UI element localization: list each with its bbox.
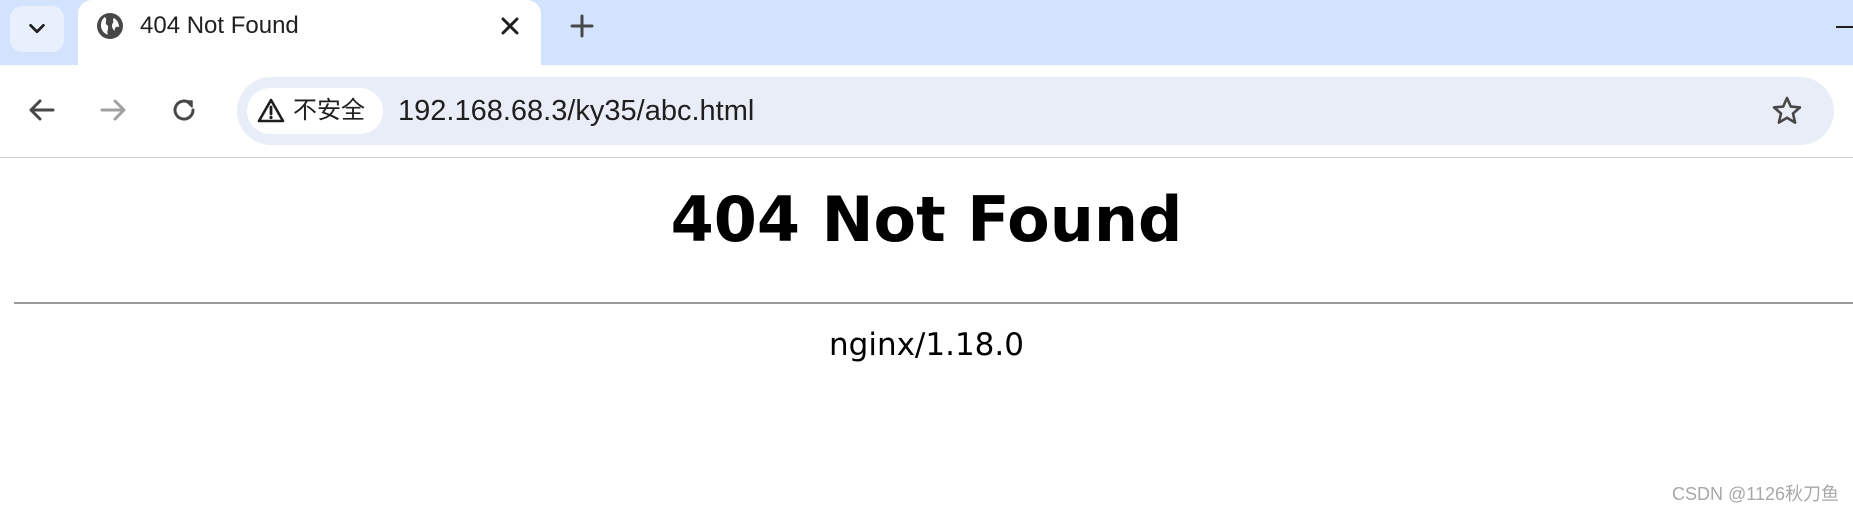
- globe-icon: [97, 13, 123, 39]
- page-divider: [14, 302, 1853, 304]
- forward-button[interactable]: [93, 90, 133, 130]
- bookmark-button[interactable]: [1769, 93, 1805, 129]
- chevron-down-icon: [29, 23, 45, 34]
- close-icon: [501, 17, 519, 35]
- plus-icon: [570, 14, 594, 38]
- security-label: 不安全: [293, 97, 365, 124]
- warning-icon: [257, 98, 285, 123]
- server-signature: nginx/1.18.0: [829, 327, 1024, 363]
- star-icon: [1772, 96, 1802, 124]
- new-tab-button[interactable]: [566, 10, 598, 42]
- reload-icon: [173, 99, 195, 121]
- toolbar-divider: [0, 157, 1853, 158]
- arrow-right-icon: [100, 99, 126, 121]
- tab-search-button[interactable]: [10, 6, 64, 52]
- url-text[interactable]: 192.168.68.3/ky35/abc.html: [398, 92, 754, 130]
- back-button[interactable]: [22, 90, 62, 130]
- tab-close-button[interactable]: [496, 12, 524, 40]
- watermark: CSDN @1126秋刀鱼: [1672, 484, 1839, 504]
- arrow-left-icon: [29, 99, 55, 121]
- window-minimize-button[interactable]: [1836, 26, 1853, 28]
- reload-button[interactable]: [164, 90, 204, 130]
- page-heading: 404 Not Found: [670, 183, 1183, 256]
- tab-title: 404 Not Found: [140, 12, 299, 39]
